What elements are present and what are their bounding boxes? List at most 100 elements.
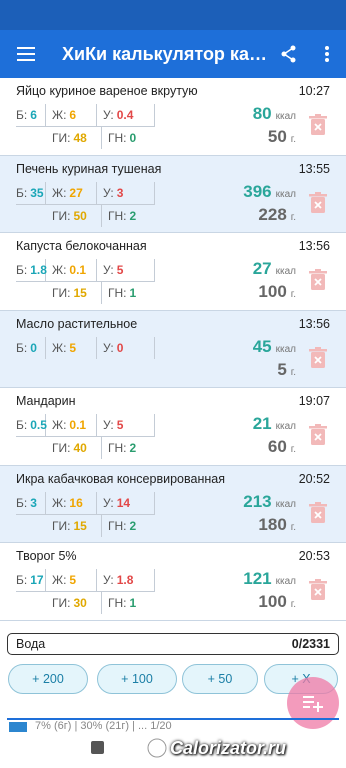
delete-icon[interactable] — [308, 269, 328, 291]
entry-time: 13:55 — [298, 161, 330, 176]
protein-cell: Б: 35 — [16, 181, 46, 204]
food-entry[interactable]: Капуста белокочанная 13:56 Б: 1.8 Ж: 0.1 У: 5 ГИ… — [0, 233, 346, 311]
gn-cell: ГН: 2 — [108, 205, 155, 227]
weight-display: 50 г. — [268, 127, 296, 147]
weight-display: 60 г. — [268, 437, 296, 457]
gn-cell: ГН: 2 — [108, 515, 155, 537]
fat-value: 6 — [69, 108, 77, 122]
kcal-unit: ккал — [275, 343, 296, 355]
food-entry[interactable]: Творог 5% 20:53 Б: 17 Ж: 5 У: 1.8 ГИ: 30 ГН: 1 121 кк… — [0, 543, 346, 621]
gi-value: 30 — [73, 596, 87, 610]
fat-label: Ж: — [52, 418, 67, 432]
fat-value: 16 — [69, 495, 83, 510]
protein-value: 3 — [30, 495, 37, 510]
food-name: Капуста белокочанная — [16, 239, 147, 253]
protein-cell: Б: 17 — [16, 569, 46, 591]
gn-value: 2 — [129, 441, 137, 455]
share-icon[interactable] — [270, 30, 308, 78]
protein-label: Б: — [16, 418, 28, 432]
kcal-unit: ккал — [275, 421, 296, 432]
protein-value: 6 — [30, 108, 37, 122]
gi-cell: ГИ: 40 — [52, 437, 102, 459]
more-vert-icon[interactable] — [308, 30, 346, 78]
protein-cell: Б: 3 — [16, 491, 46, 514]
delete-icon[interactable] — [308, 424, 328, 446]
carbs-label: У: — [103, 418, 114, 432]
weight-value: 60 — [267, 437, 287, 456]
food-entry[interactable]: Мандарин 19:07 Б: 0.5 Ж: 0.1 У: 5 ГИ: 40 ГН: 2 21 кка… — [0, 388, 346, 466]
carbs-value: 1.8 — [116, 573, 134, 587]
delete-icon[interactable] — [308, 114, 328, 136]
fat-cell: Ж: 6 — [52, 104, 97, 126]
weight-value: 5 — [277, 359, 287, 379]
food-name: Масло растительное — [16, 316, 138, 331]
gi-value: 48 — [73, 131, 87, 145]
water-bar: Вода 0/2331 — [7, 633, 339, 655]
weight-display: 100 г. — [258, 592, 296, 612]
fat-cell: Ж: 16 — [52, 491, 97, 514]
carbs-label: У: — [103, 340, 114, 355]
food-entry[interactable]: Масло растительное 13:56 Б: 0 Ж: 5 У: 0 45 ккал 5 г… — [0, 310, 346, 388]
gi-label: ГИ: — [52, 518, 71, 533]
gn-value: 1 — [129, 286, 137, 300]
gn-label: ГН: — [108, 441, 127, 455]
gn-cell: ГН: 0 — [108, 127, 155, 149]
delete-icon[interactable] — [308, 346, 328, 369]
weight-unit: г. — [290, 521, 296, 533]
kcal-display: 27 ккал — [253, 259, 296, 279]
kcal-display: 21 ккал — [253, 414, 296, 434]
food-entry[interactable]: Икра кабачковая консервированная 20:52 Б: 3… — [0, 465, 346, 543]
protein-label: Б: — [16, 263, 28, 277]
weight-value: 228 — [258, 204, 287, 224]
weight-unit: г. — [290, 134, 296, 145]
food-entry[interactable]: Яйцо куриное вареное вкрутую 10:27 Б: 6 Ж: 6 У… — [0, 78, 346, 156]
kcal-unit: ккал — [275, 498, 296, 510]
gn-label: ГН: — [108, 131, 127, 145]
protein-cell: Б: 0 — [16, 336, 46, 359]
fat-value: 5 — [69, 573, 77, 587]
gn-label: ГН: — [108, 208, 127, 223]
kcal-display: 45 ккал — [253, 337, 296, 357]
protein-label: Б: — [16, 573, 28, 587]
water-add-100-button[interactable]: + 100 — [97, 664, 177, 694]
water-add-50-button[interactable]: + 50 — [182, 664, 258, 694]
protein-value: 0.5 — [30, 418, 47, 432]
weight-unit: г. — [290, 289, 296, 300]
delete-icon[interactable] — [308, 579, 328, 601]
protein-label: Б: — [16, 185, 28, 200]
summary-text: 7% (6г) | 30% (21г) | ... 1/20 — [35, 720, 172, 732]
delete-icon[interactable] — [308, 191, 328, 214]
recent-apps-icon[interactable] — [91, 741, 104, 754]
water-label: Вода — [16, 637, 46, 651]
weight-unit: г. — [290, 211, 296, 223]
kcal-unit: ккал — [275, 266, 296, 277]
protein-label: Б: — [16, 108, 28, 122]
carbs-label: У: — [103, 263, 114, 277]
gi-label: ГИ: — [52, 131, 71, 145]
weight-unit: г. — [290, 599, 296, 610]
protein-value: 17 — [30, 573, 44, 587]
kcal-value: 21 — [252, 414, 272, 433]
water-add-200-button[interactable]: + 200 — [8, 664, 88, 694]
food-name: Икра кабачковая консервированная — [16, 471, 225, 486]
fat-value: 5 — [69, 340, 77, 355]
entry-time: 20:52 — [298, 471, 330, 486]
gi-label: ГИ: — [52, 286, 71, 300]
gn-label: ГН: — [108, 518, 127, 533]
gi-label: ГИ: — [52, 596, 71, 610]
gn-value: 0 — [129, 131, 137, 145]
protein-cell: Б: 1.8 — [16, 259, 47, 281]
summary-icon — [9, 722, 27, 732]
carbs-cell: У: 0.4 — [103, 104, 155, 126]
gi-cell: ГИ: 15 — [52, 282, 102, 304]
entry-time: 10:27 — [298, 84, 330, 98]
carbs-value: 0.4 — [116, 108, 134, 122]
menu-icon[interactable] — [0, 30, 52, 78]
daily-summary-bar: 7% (6г) | 30% (21г) | ... 1/20 — [7, 718, 339, 732]
weight-value: 50 — [267, 127, 287, 146]
gi-label: ГИ: — [52, 208, 71, 223]
carbs-label: У: — [103, 185, 114, 200]
delete-icon[interactable] — [308, 501, 328, 524]
food-entry[interactable]: Печень куриная тушеная 13:55 Б: 35 Ж: 27 У: 3 ГИ… — [0, 155, 346, 233]
gi-cell: ГИ: 50 — [52, 204, 102, 227]
